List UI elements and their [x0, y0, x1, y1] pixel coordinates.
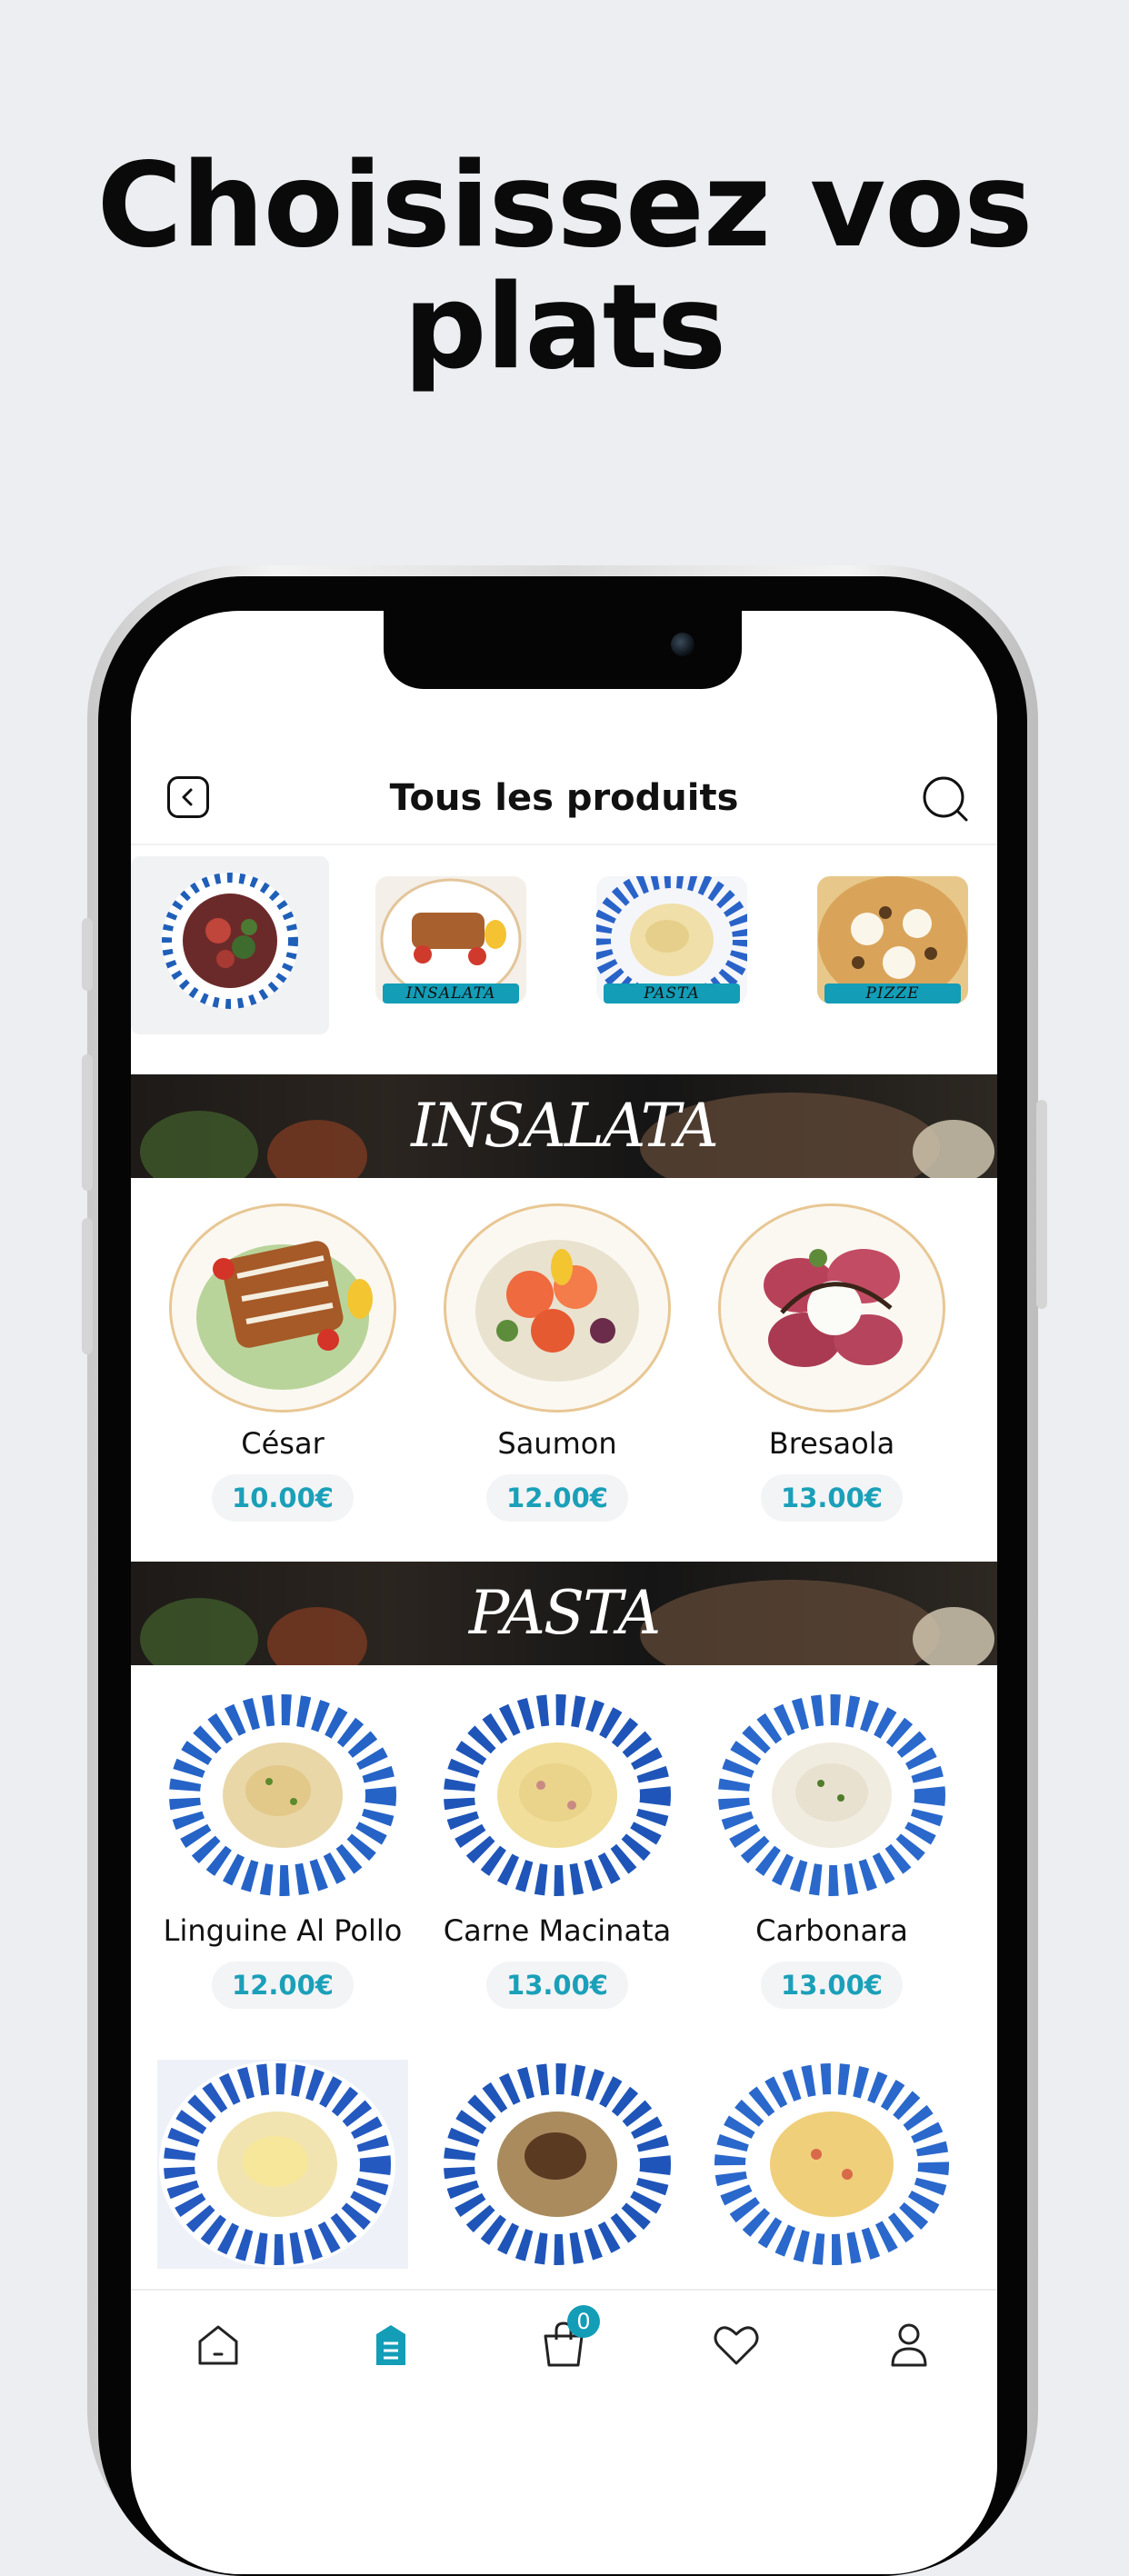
category-label: PASTA	[604, 983, 740, 1003]
nav-favorites[interactable]	[709, 2318, 764, 2372]
product-name: Linguine Al Pollo	[163, 1913, 403, 1948]
product-name: Saumon	[497, 1426, 617, 1461]
category-insalata[interactable]: INSALATA	[352, 856, 550, 1034]
product-image	[157, 2060, 408, 2269]
headline-line-2: plats	[403, 260, 726, 395]
product-image	[714, 1691, 950, 1900]
bottom-navigation: 0	[131, 2289, 997, 2427]
category-label: PIZZE	[824, 983, 961, 1003]
notch	[384, 611, 742, 689]
product-name: Bresaola	[768, 1426, 895, 1461]
headline-line-1: Choisissez vos	[96, 138, 1034, 274]
category-pasta[interactable]: PASTA	[573, 856, 771, 1034]
product-card[interactable]: César 10.00€	[145, 1203, 420, 1522]
category-label: INSALATA	[383, 983, 519, 1003]
product-name: Carne Macinata	[443, 1913, 672, 1948]
category-strip: INSALATA PASTA PIZZE	[131, 856, 997, 1038]
app-screen: Tous les produits INSALATA PASTA PIZZE I…	[131, 611, 997, 2574]
search-icon	[923, 776, 968, 822]
menu-icon	[376, 2325, 405, 2365]
product-card[interactable]: Carbonara 13.00€	[694, 1691, 969, 2009]
product-name: Carbonara	[755, 1913, 908, 1948]
product-image	[169, 1203, 396, 1413]
product-price: 10.00€	[212, 1474, 354, 1522]
front-camera	[671, 633, 694, 656]
nav-profile[interactable]	[882, 2318, 936, 2372]
product-card[interactable]	[145, 2060, 420, 2269]
product-card[interactable]: Bresaola 13.00€	[694, 1203, 969, 1522]
product-price: 12.00€	[486, 1474, 628, 1522]
product-price: 13.00€	[761, 1962, 903, 2009]
product-card[interactable]	[420, 2060, 694, 2269]
product-image	[718, 1203, 945, 1413]
marketing-headline: Choisissez vos plats	[0, 145, 1129, 389]
nav-home[interactable]	[191, 2318, 245, 2372]
banner-title: INSALATA	[411, 1091, 719, 1161]
section-banner-pasta: PASTA	[131, 1562, 997, 1665]
product-price: 13.00€	[761, 1474, 903, 1522]
chevron-left-icon	[182, 788, 193, 806]
phone-volume-up	[82, 1054, 93, 1191]
product-card[interactable]: Saumon 12.00€	[420, 1203, 694, 1522]
product-image	[439, 2060, 675, 2269]
nav-menu[interactable]	[364, 2318, 418, 2372]
product-image	[444, 1203, 671, 1413]
product-image	[439, 1691, 675, 1900]
nav-cart[interactable]: 0	[536, 2305, 600, 2372]
section-banner-insalata: INSALATA	[131, 1074, 997, 1178]
phone-volume-down	[82, 1218, 93, 1354]
product-price: 12.00€	[212, 1962, 354, 2009]
product-name: César	[241, 1426, 325, 1461]
home-icon	[198, 2325, 238, 2365]
top-bar: Tous les produits	[131, 756, 997, 845]
back-button[interactable]	[167, 776, 209, 818]
cart-count-badge: 0	[567, 2305, 600, 2338]
product-card[interactable]: Linguine Al Pollo 12.00€	[145, 1691, 420, 2009]
category-pizze[interactable]: PIZZE	[794, 856, 992, 1034]
page-title: Tous les produits	[389, 777, 739, 819]
phone-power-button	[1036, 1100, 1047, 1309]
banner-title: PASTA	[468, 1578, 661, 1648]
category-all[interactable]	[131, 856, 329, 1034]
product-image	[709, 2060, 954, 2269]
search-button[interactable]	[921, 774, 970, 824]
product-card[interactable]	[694, 2060, 969, 2269]
category-thumbnail	[162, 873, 298, 1009]
user-icon	[891, 2323, 927, 2367]
product-card[interactable]: Carne Macinata 13.00€	[420, 1691, 694, 2009]
phone-mute-switch	[82, 918, 93, 991]
product-image	[165, 1691, 401, 1900]
product-price: 13.00€	[486, 1962, 628, 2009]
heart-icon	[714, 2326, 759, 2365]
